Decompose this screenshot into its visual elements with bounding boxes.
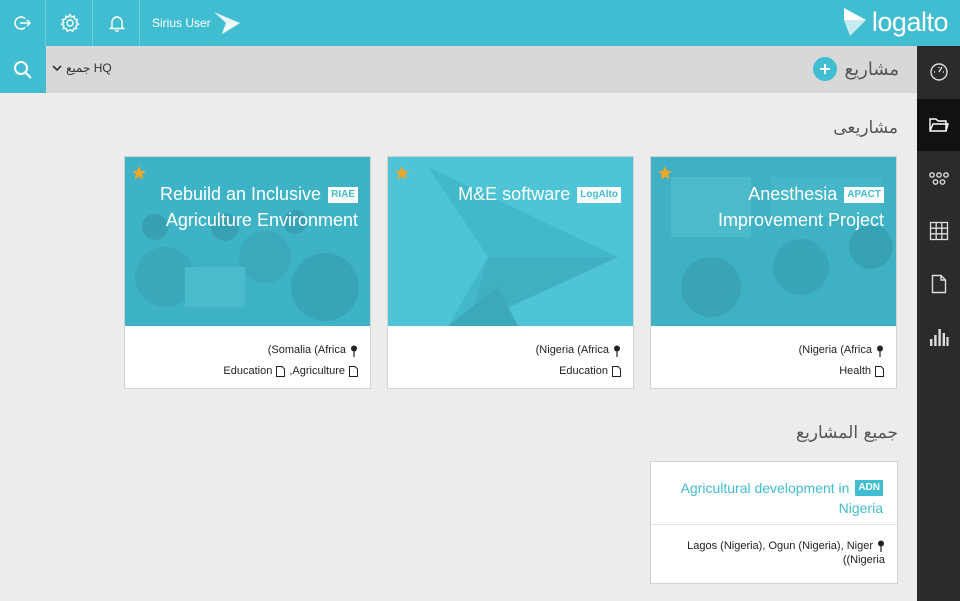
gear-icon — [59, 13, 80, 33]
search-button[interactable] — [0, 46, 46, 93]
map-pin-icon — [877, 345, 883, 357]
project-title-line1: Rebuild an Inclusive — [159, 184, 322, 204]
user-avatar[interactable] — [212, 10, 242, 41]
project-title: M&E software LogAlto — [396, 181, 621, 207]
gauge-icon — [929, 63, 948, 81]
project-meta: (Somalia (Africa Education ,Agriculture — [125, 326, 370, 388]
project-location-line1: Lagos (Nigeria), Ogun (Nigeria), Niger — [687, 540, 873, 552]
map-pin-icon — [614, 345, 620, 357]
project-title-line1: Anesthesia — [748, 184, 838, 204]
project-location-line2: ((Nigeria — [842, 554, 885, 566]
project-card-adn[interactable]: Agricultural development in ADN Nigeria … — [650, 461, 898, 584]
document-icon — [276, 366, 286, 377]
notifications-button[interactable] — [94, 0, 140, 46]
document-icon — [349, 366, 358, 377]
project-code-badge: RIAE — [328, 187, 358, 203]
logout-button[interactable] — [0, 0, 46, 46]
user-name[interactable]: Sirius User — [152, 16, 211, 30]
brand-name: logalto — [871, 6, 949, 37]
project-title: Agricultural development in ADN Nigeria — [651, 462, 897, 525]
project-title-line2: Agriculture Environment — [165, 210, 358, 230]
my-projects-title: مشاريعى — [833, 118, 898, 138]
sidebar-item-analytics[interactable] — [917, 311, 960, 363]
grid-icon — [929, 221, 948, 241]
hq-filter-select[interactable]: جميع HQ — [52, 61, 112, 75]
sidebar-item-grid[interactable] — [917, 205, 960, 257]
sidebar-item-network[interactable] — [917, 152, 960, 204]
chevron-down-icon — [52, 65, 62, 72]
projects-header-label: مشاريع — [844, 58, 899, 80]
project-tag-agriculture: ,Agriculture — [289, 365, 345, 377]
settings-button[interactable] — [47, 0, 93, 46]
document-icon — [612, 366, 621, 377]
project-title-line2[interactable]: Nigeria — [839, 500, 883, 516]
document-icon — [875, 366, 884, 377]
add-project-button[interactable] — [812, 57, 837, 81]
hq-filter-value: جميع HQ — [66, 61, 112, 75]
projects-header: مشاريع — [812, 57, 899, 81]
folder-icon — [928, 118, 949, 132]
star-icon[interactable] — [657, 165, 673, 181]
all-projects-title: جميع المشاريع — [796, 423, 898, 443]
map-pin-icon — [351, 345, 357, 357]
plus-icon — [819, 64, 830, 74]
project-tag-health: Health — [839, 365, 871, 377]
user-logo-icon — [214, 12, 240, 34]
project-card-logalto[interactable]: M&E software LogAlto (Nigeria (Africa Ed… — [387, 156, 634, 389]
sub-header: جميع HQ مشاريع — [0, 46, 917, 93]
project-code-badge: APACT — [844, 187, 884, 203]
star-icon[interactable] — [394, 165, 410, 181]
top-bar: Sirius User logalto — [0, 0, 960, 46]
bar-chart-icon — [929, 329, 949, 346]
project-title-line1[interactable]: Agricultural development in — [681, 480, 850, 496]
project-meta: (Nigeria (Africa Health — [651, 326, 896, 388]
project-location: (Somalia (Africa — [267, 344, 346, 356]
brand-logo[interactable]: logalto — [842, 6, 949, 38]
right-sidebar — [917, 46, 960, 601]
project-code-badge: LogAlto — [577, 187, 621, 203]
project-image: Rebuild an Inclusive RIAE Agriculture En… — [125, 157, 370, 326]
project-card-apact[interactable]: Anesthesia APACT Improvement Project (Ni… — [650, 156, 897, 389]
search-icon — [14, 60, 32, 79]
project-title: Anesthesia APACT Improvement Project — [659, 181, 884, 233]
logout-icon — [13, 16, 31, 30]
project-image: Anesthesia APACT Improvement Project — [651, 157, 896, 326]
sidebar-item-projects[interactable] — [917, 99, 960, 151]
project-title: Rebuild an Inclusive RIAE Agriculture En… — [133, 181, 358, 233]
network-icon — [928, 172, 949, 185]
project-location: (Nigeria (Africa — [798, 344, 872, 356]
bell-icon — [108, 16, 125, 32]
star-icon[interactable] — [131, 165, 147, 181]
project-tag-education: Education — [223, 365, 273, 377]
project-card-riae[interactable]: Rebuild an Inclusive RIAE Agriculture En… — [124, 156, 371, 389]
document-icon — [931, 274, 946, 294]
project-image: M&E software LogAlto — [388, 157, 633, 326]
sidebar-item-dashboard[interactable] — [917, 46, 960, 98]
project-title-line1: M&E software — [458, 184, 571, 204]
project-title-line2: Improvement Project — [717, 210, 884, 230]
logalto-logo-icon — [843, 8, 866, 36]
project-tag-education: Education — [559, 365, 608, 377]
sidebar-item-documents[interactable] — [917, 258, 960, 310]
project-meta: Lagos (Nigeria), Ogun (Nigeria), Niger (… — [651, 525, 897, 567]
project-location: (Nigeria (Africa — [535, 344, 609, 356]
project-code-badge: ADN — [855, 480, 883, 496]
project-meta: (Nigeria (Africa Education — [388, 326, 633, 388]
map-pin-icon — [878, 540, 884, 552]
